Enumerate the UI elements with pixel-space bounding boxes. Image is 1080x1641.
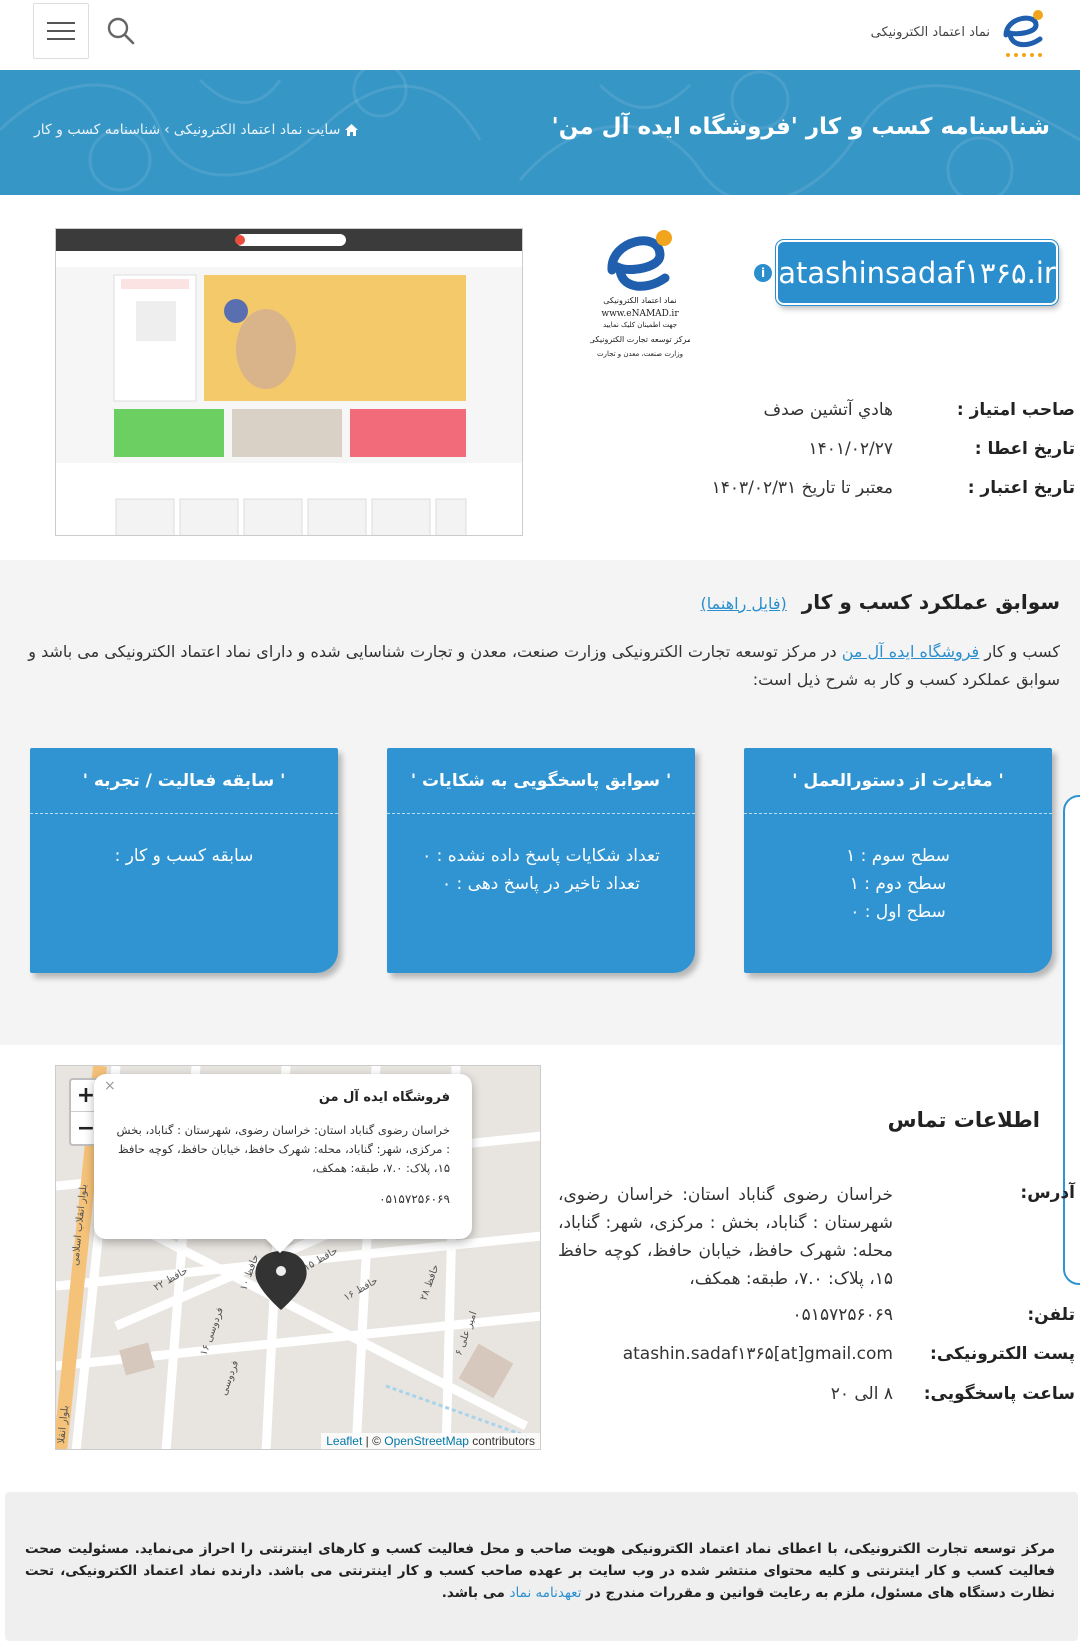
hamburger-menu-button[interactable] [33, 3, 89, 59]
card-body: تعداد شکایات پاسخ داده نشده : ۰ تعداد تا… [387, 814, 695, 898]
hours-value: ۸ الی ۲۰ [830, 1384, 893, 1404]
map-popup: × فروشگاه ایده آل من خراسان رضوی گناباد … [94, 1074, 472, 1254]
attrib-sep: | © [362, 1434, 385, 1448]
violations-card: ' مغایرت از دستورالعمل ' سطح سوم : ۱ سطح… [744, 748, 1052, 973]
menu-line [47, 38, 75, 40]
grant-date-row: تاریخ اعطا : ۱۴۰۱/۰۲/۲۷ [0, 439, 1080, 469]
address-value: خراسان رضوی گناباد استان: خراسان رضوی، ش… [558, 1185, 893, 1289]
info-icon[interactable]: i [754, 264, 772, 282]
badge-line2: www.eNAMAD.ir [601, 309, 679, 319]
domain-badge[interactable]: atashinsadaf۱۳۶۵.ir [775, 239, 1059, 306]
contact-title: اطلاعات تماس [887, 1108, 1040, 1132]
footer-disclaimer: مرکز توسعه تجارت الکترونیکی، با اعطای نم… [5, 1492, 1078, 1641]
popup-title: فروشگاه ایده آل من [318, 1090, 450, 1105]
popup-address: خراسان رضوی گناباد استان: خراسان رضوی، ش… [116, 1123, 450, 1175]
performance-description: کسب و کار فروشگاه ایده آل من در مرکز توس… [20, 638, 1060, 694]
logo-text: نماد اعتماد الکترونیکی [870, 24, 990, 40]
address-label: آدرس: [1020, 1183, 1075, 1203]
owner-value: هادي آتشين صدف [763, 400, 893, 420]
top-navbar: نماد اعتماد الکترونیکی [0, 0, 1080, 70]
menu-line [47, 30, 75, 32]
breadcrumb-home-link[interactable]: سایت نماد اعتماد الکترونیکی [174, 122, 341, 138]
badge-line4: مرکز توسعه تجارت الکترونیکی [590, 335, 690, 344]
performance-title: سوابق عملکرد کسب و کار (فایل راهنما) [701, 590, 1060, 614]
guide-file-link[interactable]: (فایل راهنما) [701, 594, 787, 613]
card-body: سطح سوم : ۱ سطح دوم : ۱ سطح اول : ۰ [744, 814, 1052, 926]
phone-label: تلفن: [1027, 1305, 1075, 1325]
attrib-suffix: contributors [468, 1434, 535, 1448]
search-icon[interactable] [104, 14, 136, 46]
menu-line [47, 22, 75, 24]
side-panel-tab[interactable] [1063, 795, 1080, 1285]
card-body: سابقه کسب و کار : [30, 814, 338, 870]
card-line: تعداد تاخیر در پاسخ دهی : ۰ [442, 874, 640, 894]
footer-text-suffix: می باشد. [441, 1585, 510, 1601]
home-icon[interactable] [344, 123, 359, 137]
leaflet-link[interactable]: Leaflet [326, 1434, 362, 1448]
performance-title-text: سوابق عملکرد کسب و کار [801, 590, 1060, 614]
breadcrumb-current: شناسنامه کسب و کار [34, 122, 161, 138]
card-line: سطح دوم : ۱ [849, 874, 947, 894]
card-line: سطح سوم : ۱ [846, 846, 950, 866]
badge-line3: جهت اطمینان کلیک نمایید [603, 321, 677, 329]
badge-line5: وزارت صنعت، معدن و تجارت [597, 350, 683, 358]
email-label: پست الکترونیکی: [930, 1344, 1075, 1364]
owner-label: صاحب امتیاز : [956, 400, 1075, 420]
osm-link[interactable]: OpenStreetMap [384, 1434, 469, 1448]
enamad-trust-badge[interactable]: نماد اعتماد الکترونیکی www.eNAMAD.ir جهت… [589, 220, 691, 365]
card-title: ' سوابق پاسخگویی به شکایات ' [387, 748, 695, 814]
page-banner: شناسنامه کسب و کار 'فروشگاه ایده آل من' … [0, 70, 1080, 195]
map-attribution: Leaflet | © OpenStreetMap contributors [321, 1433, 540, 1449]
card-line: سطح اول : ۰ [850, 902, 946, 922]
popup-phone: ۰۵۱۵۷۲۵۶۰۶۹ [379, 1192, 450, 1206]
card-title: ' مغایرت از دستورالعمل ' [744, 748, 1052, 814]
hours-label: ساعت پاسخگویی: [923, 1384, 1075, 1404]
business-name-link[interactable]: فروشگاه ایده آل من [842, 642, 979, 661]
breadcrumb-separator: › [164, 122, 170, 138]
complaints-card: ' سوابق پاسخگویی به شکایات ' تعداد شکایا… [387, 748, 695, 973]
desc-prefix: کسب و کار [979, 642, 1060, 661]
experience-card: ' سابقه فعالیت / تجربه ' سابقه کسب و کار… [30, 748, 338, 973]
footer-text: مرکز توسعه تجارت الکترونیکی، با اعطای نم… [25, 1538, 1055, 1604]
breadcrumb: سایت نماد اعتماد الکترونیکی › شناسنامه ک… [34, 122, 359, 138]
badge-line1: نماد اعتماد الکترونیکی [603, 296, 676, 305]
page: نماد اعتماد الکترونیکی شناسنامه کسب و کا… [0, 0, 1080, 1641]
phone-value: ۰۵۱۵۷۲۵۶۰۶۹ [792, 1305, 893, 1325]
validity-value: معتبر تا تاریخ ۱۴۰۳/۰۲/۳۱ [711, 478, 893, 498]
commitment-link[interactable]: تعهدنامه نماد [510, 1585, 582, 1601]
enamad-logo-icon [1003, 10, 1043, 57]
page-title: شناسنامه کسب و کار 'فروشگاه ایده آل من' [551, 114, 1050, 140]
validity-label: تاریخ اعتبار : [967, 478, 1075, 498]
email-value: atashin.sadaf۱۳۶۵[at]gmail.com [622, 1344, 893, 1364]
owner-row: صاحب امتیاز : هادي آتشين صدف [0, 400, 1080, 430]
card-line: تعداد شکایات پاسخ داده نشده : ۰ [422, 846, 660, 866]
enamad-badge-icon: نماد اعتماد الکترونیکی www.eNAMAD.ir جهت… [589, 230, 691, 358]
card-title: ' سابقه فعالیت / تجربه ' [30, 748, 338, 814]
site-logo[interactable]: نماد اعتماد الکترونیکی [871, 4, 1050, 60]
validity-row: تاریخ اعتبار : معتبر تا تاریخ ۱۴۰۳/۰۲/۳۱ [0, 478, 1080, 508]
card-line: سابقه کسب و کار : [114, 846, 254, 866]
location-map[interactable]: بلوار انقلاب اسلامی بلوار انقلا حافظ ۱۵ … [55, 1065, 541, 1450]
popup-close-button[interactable]: × [104, 1078, 116, 1094]
grant-date-value: ۱۴۰۱/۰۲/۲۷ [808, 439, 893, 459]
grant-date-label: تاریخ اعطا : [974, 439, 1075, 459]
